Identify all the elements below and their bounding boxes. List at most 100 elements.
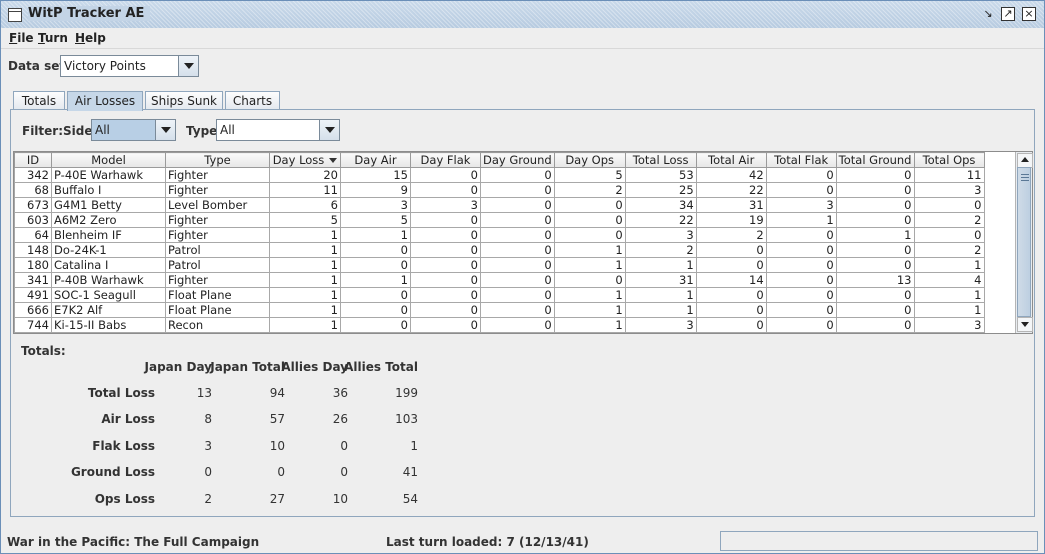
table-row[interactable]: 666 E7K2 Alf Float Plane 1 0 0 0 1 1 0 0 0 1: [14, 302, 985, 318]
table-cell: Float Plane: [165, 287, 270, 303]
totals-value: 36: [332, 386, 348, 400]
app-window-icon[interactable]: [8, 8, 22, 22]
table-cell: 9: [340, 182, 411, 198]
table-row[interactable]: 64 Blenheim IF Fighter 1 1 0 0 0 3 2 0 1 0: [14, 227, 985, 243]
table-cell: 0: [480, 302, 555, 318]
table-cell: 0: [765, 167, 837, 183]
totals-value: 26: [332, 412, 348, 427]
tab-air-losses[interactable]: Air Losses: [67, 91, 143, 111]
table-row[interactable]: 673 G4M1 Betty Level Bomber 6 3 3 0 0 34 31 3 0 0: [14, 197, 985, 213]
column-header[interactable]: Day Ops: [553, 152, 626, 168]
table-cell: 22: [695, 182, 767, 198]
totals-row-label: Total Loss: [87, 386, 155, 400]
table-cell: 1: [835, 227, 915, 243]
table-cell: 1: [553, 287, 626, 303]
scroll-thumb[interactable]: [1017, 167, 1031, 317]
table-cell: Fighter: [165, 227, 270, 243]
column-header-label: Total Air: [708, 153, 755, 167]
menu-turn[interactable]: Turn: [38, 31, 68, 45]
chevron-down-icon[interactable]: [319, 120, 339, 140]
table-cell: P-40B Warhawk: [51, 272, 166, 288]
table-cell: 2: [913, 242, 985, 258]
table-cell: 0: [480, 257, 555, 273]
totals-value: 3: [204, 438, 212, 453]
totals-value: 57: [269, 412, 285, 427]
table-cell: Buffalo I: [51, 182, 166, 198]
table-cell: 6: [269, 197, 341, 213]
table-cell: 0: [480, 287, 555, 303]
minimize-icon[interactable]: ↘: [981, 7, 995, 21]
column-header[interactable]: Model: [51, 152, 166, 168]
column-header[interactable]: Day Flak: [410, 152, 481, 168]
scroll-down-icon[interactable]: [1017, 317, 1033, 332]
status-progress-box: [720, 531, 1038, 551]
table-row[interactable]: 491 SOC-1 Seagull Float Plane 1 0 0 0 1 1 0 0 0 1: [14, 287, 985, 303]
table-cell: 0: [695, 317, 767, 333]
table-cell: Fighter: [165, 182, 270, 198]
type-select[interactable]: All: [216, 119, 340, 141]
table-row[interactable]: 68 Buffalo I Fighter 11 9 0 0 2 25 22 0 0 3: [14, 182, 985, 198]
table-cell: 64: [14, 227, 52, 243]
table-cell: 1: [913, 257, 985, 273]
column-header[interactable]: Type: [165, 152, 270, 168]
table-cell: Fighter: [165, 212, 270, 228]
status-campaign: War in the Pacific: The Full Campaign: [7, 535, 260, 549]
table-cell: 0: [913, 227, 985, 243]
table-cell: 0: [835, 257, 915, 273]
table-row[interactable]: 603 A6M2 Zero Fighter 5 5 0 0 0 22 19 1 0 2: [14, 212, 985, 228]
table-vertical-scrollbar[interactable]: [1015, 152, 1033, 333]
chevron-down-icon[interactable]: [178, 56, 198, 76]
table-row[interactable]: 180 Catalina I Patrol 1 0 0 0 1 1 0 0 0 1: [14, 257, 985, 273]
menu-file[interactable]: File: [9, 31, 34, 45]
menu-help[interactable]: Help: [75, 31, 106, 45]
dataset-value: Victory Points: [64, 59, 146, 73]
table-cell: 0: [765, 182, 837, 198]
totals-row-label: Air Loss: [101, 412, 155, 427]
totals-column-header: Allies Total: [344, 360, 418, 374]
close-icon[interactable]: ×: [1022, 7, 1036, 21]
table-cell: 0: [835, 212, 915, 228]
column-header[interactable]: Day Air: [340, 152, 411, 168]
chevron-down-icon[interactable]: [155, 120, 175, 140]
totals-value: 103: [395, 412, 418, 427]
tab-ships-sunk[interactable]: Ships Sunk: [145, 91, 223, 110]
table-cell: P-40E Warhawk: [51, 167, 166, 183]
table-cell: 0: [765, 242, 837, 258]
table-cell: Do-24K-1: [51, 242, 166, 258]
table-row[interactable]: 744 Ki-15-II Babs Recon 1 0 0 0 1 3 0 0 0 3: [14, 317, 985, 333]
tab-totals[interactable]: Totals: [13, 91, 65, 110]
column-header-label: Day Air: [354, 153, 397, 167]
table-row[interactable]: 342 P-40E Warhawk Fighter 20 15 0 0 5 53 42 0 0 11: [14, 167, 985, 183]
air-losses-table[interactable]: ID Model Type Day Loss Day Air Day Flak Day Gr…: [13, 151, 1033, 334]
table-row[interactable]: 341 P-40B Warhawk Fighter 1 1 0 0 0 31 14 0 13 4: [14, 272, 985, 288]
column-header[interactable]: Total Loss: [624, 152, 697, 168]
title-bar[interactable]: WitP Tracker AE ↘ ↗ ×: [1, 1, 1044, 29]
table-cell: 1: [553, 302, 626, 318]
column-header-label: Type: [204, 153, 231, 167]
column-header[interactable]: Total Ops: [913, 152, 985, 168]
totals-value: 0: [277, 465, 285, 480]
scroll-up-icon[interactable]: [1017, 153, 1033, 168]
column-header[interactable]: Total Air: [695, 152, 767, 168]
table-cell: 673: [14, 197, 52, 213]
totals-row-label: Ground Loss: [70, 465, 155, 480]
dataset-select[interactable]: Victory Points: [60, 55, 199, 77]
table-cell: 3: [410, 197, 481, 213]
maximize-icon[interactable]: ↗: [1001, 7, 1015, 21]
table-cell: 1: [340, 227, 411, 243]
table-row[interactable]: 148 Do-24K-1 Patrol 1 0 0 0 1 2 0 0 0 2: [14, 242, 985, 258]
totals-value: 0: [340, 465, 348, 480]
column-header[interactable]: Day Ground: [480, 152, 555, 168]
side-select[interactable]: All: [91, 119, 176, 141]
column-header-label: Day Loss: [272, 153, 325, 167]
column-header-label: Day Flak: [420, 153, 471, 167]
table-cell: 1: [269, 227, 341, 243]
table-cell: 1: [553, 317, 626, 333]
table-cell: 11: [269, 182, 341, 198]
column-header[interactable]: ID: [14, 152, 52, 168]
column-header[interactable]: Total Flak: [765, 152, 837, 168]
tab-charts[interactable]: Charts: [225, 91, 280, 110]
table-cell: 1: [269, 257, 341, 273]
column-header[interactable]: Day Loss: [269, 152, 341, 168]
column-header[interactable]: Total Ground: [835, 152, 915, 168]
